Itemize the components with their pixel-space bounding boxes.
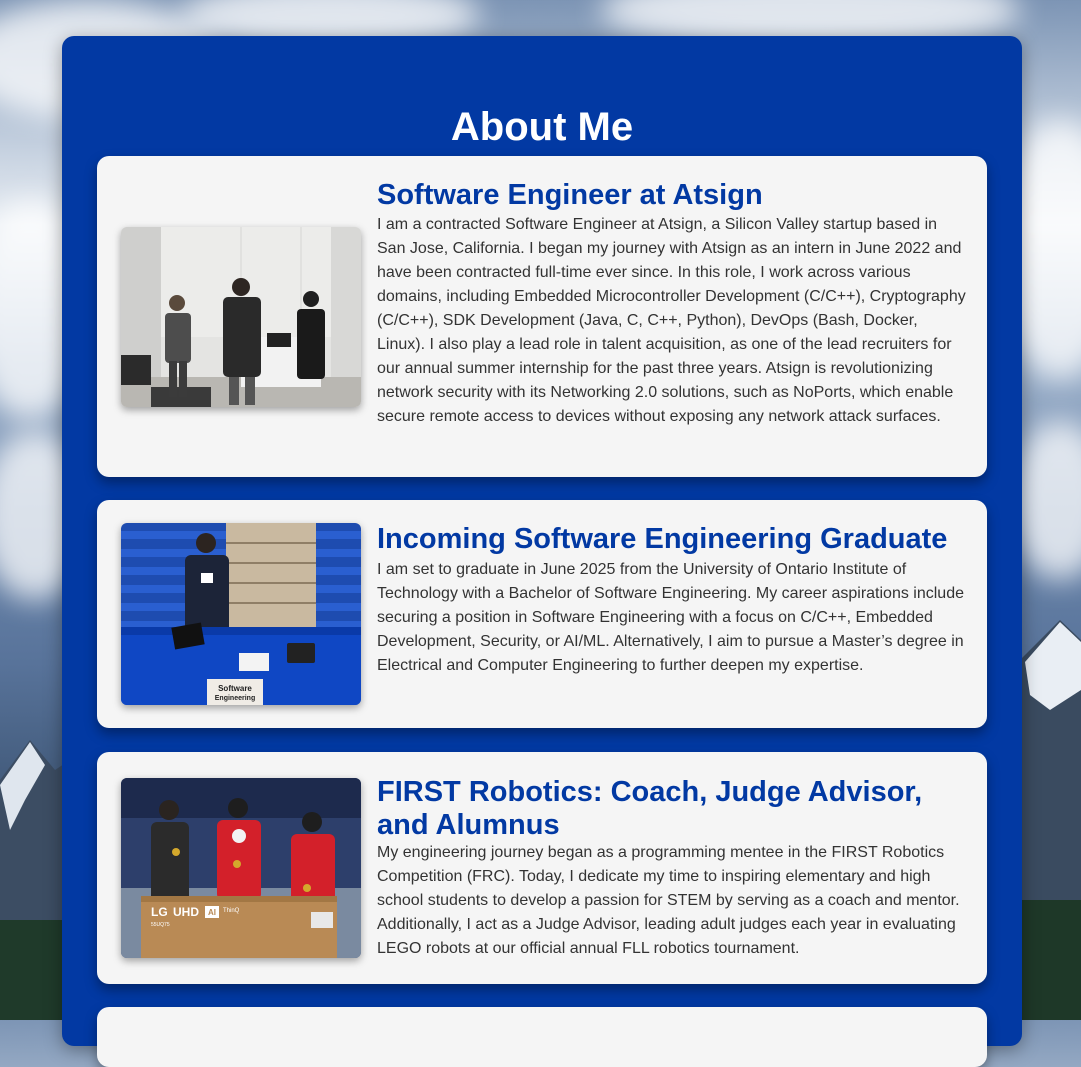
sign-line-2: Engineering bbox=[215, 695, 255, 702]
card-text-graduate: I am set to graduate in June 2025 from t… bbox=[377, 561, 964, 674]
card-text-atsign: I am a contracted Software Engineer at A… bbox=[377, 216, 966, 425]
card-heading-robotics: FIRST Robotics: Coach, Judge Advisor, an… bbox=[377, 776, 923, 841]
sign-line-1: Software bbox=[218, 684, 252, 693]
card-heading-atsign: Software Engineer at Atsign bbox=[377, 179, 763, 211]
page-title: About Me bbox=[450, 105, 634, 149]
box-model: ThinQ bbox=[223, 908, 240, 914]
robotics-photo: LG UHD AI ThinQ 55UQ75 bbox=[121, 778, 361, 958]
mountain-right-image bbox=[1020, 620, 1081, 1020]
graduate-photo: Software Engineering bbox=[121, 523, 361, 705]
card-atsign: Software Engineer at Atsign I am a contr… bbox=[97, 156, 987, 477]
card-text-robotics: My engineering journey began as a progra… bbox=[377, 844, 960, 957]
box-brand: LG bbox=[151, 905, 168, 919]
card-heading-graduate: Incoming Software Engineering Graduate bbox=[377, 523, 948, 555]
box-code: 55UQ75 bbox=[151, 922, 170, 928]
box-line: UHD bbox=[173, 905, 199, 919]
atsign-photo bbox=[121, 227, 361, 407]
card-robotics: LG UHD AI ThinQ 55UQ75 FIRST Robotics: C… bbox=[97, 752, 987, 984]
about-panel: About Me Software Engineer at Atsign I a… bbox=[62, 36, 1022, 1067]
card-graduate: Software Engineering Incoming Software E… bbox=[97, 500, 987, 728]
mountain-left-image bbox=[0, 740, 70, 1020]
box-badge: AI bbox=[208, 908, 216, 917]
card-next bbox=[97, 1007, 987, 1067]
